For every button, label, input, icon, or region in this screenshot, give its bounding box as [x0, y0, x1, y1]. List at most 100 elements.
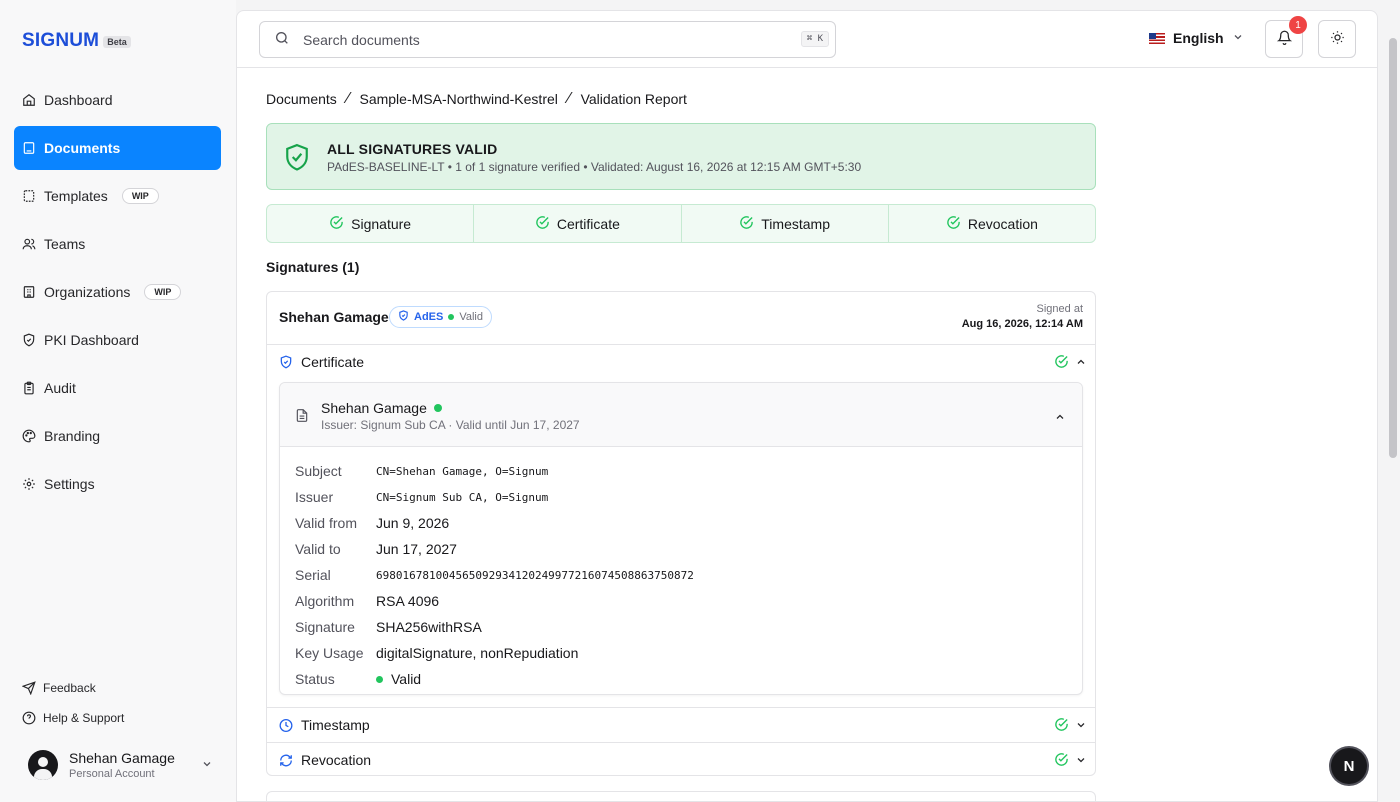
certificate-fields: Subject CN=Shehan Gamage, O=Signum Issue… [295, 458, 1055, 692]
sidebar-item-pki-dashboard[interactable]: PKI Dashboard [14, 318, 221, 362]
breadcrumb-documents[interactable]: Documents [266, 91, 337, 107]
user-menu[interactable]: Shehan Gamage Personal Account [28, 750, 213, 780]
field-label: Valid to [295, 541, 341, 557]
us-flag-icon [1149, 32, 1165, 44]
sidebar-item-branding[interactable]: Branding [14, 414, 221, 458]
floating-action-button[interactable]: N [1331, 748, 1367, 784]
bell-icon [1276, 30, 1292, 48]
banner-title: ALL SIGNATURES VALID [327, 141, 498, 157]
language-label: English [1173, 30, 1224, 46]
shield-icon [22, 333, 36, 347]
status-dot [376, 675, 383, 683]
check-label: Certificate [556, 215, 620, 232]
section-status [1054, 354, 1087, 372]
help-support-link[interactable]: Help & Support [22, 708, 222, 728]
revocation-section-toggle[interactable]: Revocation [267, 743, 1095, 777]
field-subject: Subject CN=Shehan Gamage, O=Signum [295, 458, 1055, 484]
shield-icon [279, 355, 293, 369]
check-circle-icon [739, 215, 754, 233]
check-certificate: Certificate [474, 205, 682, 242]
certificate-summary: Issuer: Signum Sub CA · Valid until Jun … [321, 418, 580, 432]
sidebar-item-label: Teams [44, 236, 86, 252]
sidebar-nav: Dashboard Documents Templates WIP Teams … [14, 78, 221, 510]
check-timestamp: Timestamp [682, 205, 889, 242]
shield-check-icon [284, 142, 310, 175]
sidebar-item-settings[interactable]: Settings [14, 462, 221, 506]
field-valid-from: Valid from Jun 9, 2026 [295, 510, 1055, 536]
signed-at-value: Aug 16, 2026, 12:14 AM [961, 318, 1083, 330]
sidebar-item-label: Templates [44, 188, 108, 204]
wip-badge: WIP [144, 284, 182, 300]
status-text: Valid [391, 671, 422, 687]
signatures-heading: Signatures (1) [266, 259, 360, 275]
signed-at-label: Signed at [1036, 303, 1083, 315]
sidebar: SIGNUM Beta Dashboard Documents Template… [0, 0, 236, 802]
sidebar-item-teams[interactable]: Teams [14, 222, 221, 266]
help-icon [22, 711, 36, 725]
breadcrumb: Documents ⁄ Sample-MSA-Northwind-Kestrel… [266, 90, 687, 108]
document-icon [22, 141, 36, 155]
scrollbar-thumb[interactable] [1389, 38, 1397, 458]
theme-toggle-button[interactable] [1318, 20, 1356, 58]
section-status [1054, 717, 1087, 735]
field-value: Jun 17, 2027 [376, 541, 457, 557]
sidebar-item-audit[interactable]: Audit [14, 366, 221, 410]
check-label: Signature [351, 215, 412, 232]
sidebar-item-label: Branding [44, 428, 101, 444]
app-logo[interactable]: SIGNUM Beta [22, 30, 131, 52]
clock-icon [279, 718, 293, 732]
certificate-header[interactable]: Shehan Gamage Issuer: Signum Sub CA · Va… [280, 383, 1082, 447]
file-text-icon [295, 408, 309, 426]
sidebar-item-documents[interactable]: Documents [14, 126, 221, 170]
breadcrumb-document[interactable]: Sample-MSA-Northwind-Kestrel [359, 91, 557, 107]
validation-summary-banner: ALL SIGNATURES VALID PAdES-BASELINE-LT •… [266, 123, 1096, 190]
notification-badge: 1 [1289, 16, 1307, 34]
send-icon [22, 681, 36, 695]
banner-subtitle: PAdES-BASELINE-LT • 1 of 1 signature ver… [327, 160, 862, 174]
wip-badge: WIP [121, 188, 159, 204]
timestamp-section-toggle[interactable]: Timestamp [267, 708, 1095, 742]
clipboard-icon [22, 381, 36, 395]
sidebar-item-templates[interactable]: Templates WIP [14, 174, 221, 218]
sidebar-item-label: Dashboard [44, 92, 113, 108]
check-label: Timestamp [761, 215, 830, 232]
signature-card: Shehan Gamage AdES Valid Signed at Aug 1… [266, 291, 1096, 776]
search-icon [274, 30, 290, 49]
certificate-section-toggle[interactable]: Certificate [267, 345, 1095, 379]
field-serial: Serial 698016781004565092934120249977216… [295, 562, 1055, 588]
section-label: Revocation [301, 752, 372, 768]
check-revocation: Revocation [889, 205, 1095, 242]
field-value: SHA256withRSA [376, 619, 482, 635]
main-panel: Search documents ⌘ K English 1 Documents… [236, 10, 1378, 802]
field-valid-to: Valid to Jun 17, 2027 [295, 536, 1055, 562]
keyboard-shortcut: ⌘ K [800, 31, 829, 47]
sidebar-item-dashboard[interactable]: Dashboard [14, 78, 221, 122]
field-label: Status [295, 671, 335, 687]
check-label: Revocation [967, 215, 1038, 232]
feedback-link[interactable]: Feedback [22, 678, 222, 698]
status-dot [448, 314, 455, 320]
check-circle-icon [535, 215, 550, 233]
chevron-down-icon [1232, 30, 1244, 46]
feedback-label: Feedback [43, 681, 96, 695]
section-label: Certificate [301, 354, 365, 370]
field-value: digitalSignature, nonRepudiation [376, 645, 579, 661]
check-circle-icon [329, 215, 344, 233]
check-circle-icon [1054, 752, 1069, 770]
field-label: Subject [295, 463, 342, 479]
search-input[interactable]: Search documents ⌘ K [259, 21, 836, 58]
language-selector[interactable]: English [1149, 30, 1244, 46]
sidebar-item-organizations[interactable]: Organizations WIP [14, 270, 221, 314]
certificate-holder-name: Shehan Gamage [321, 400, 427, 416]
notifications-button[interactable]: 1 [1265, 16, 1307, 58]
field-label: Algorithm [295, 593, 355, 609]
home-icon [22, 93, 36, 107]
section-status [1054, 752, 1087, 770]
scrollbar[interactable] [1386, 10, 1400, 802]
certificate-details: Shehan Gamage Issuer: Signum Sub CA · Va… [279, 382, 1083, 695]
breadcrumb-separator: ⁄ [346, 90, 350, 107]
field-issuer: Issuer CN=Signum Sub CA, O=Signum [295, 484, 1055, 510]
beta-badge: Beta [103, 36, 131, 48]
field-value: CN=Signum Sub CA, O=Signum [376, 490, 549, 504]
field-key-usage: Key Usage digitalSignature, nonRepudiati… [295, 640, 1055, 666]
